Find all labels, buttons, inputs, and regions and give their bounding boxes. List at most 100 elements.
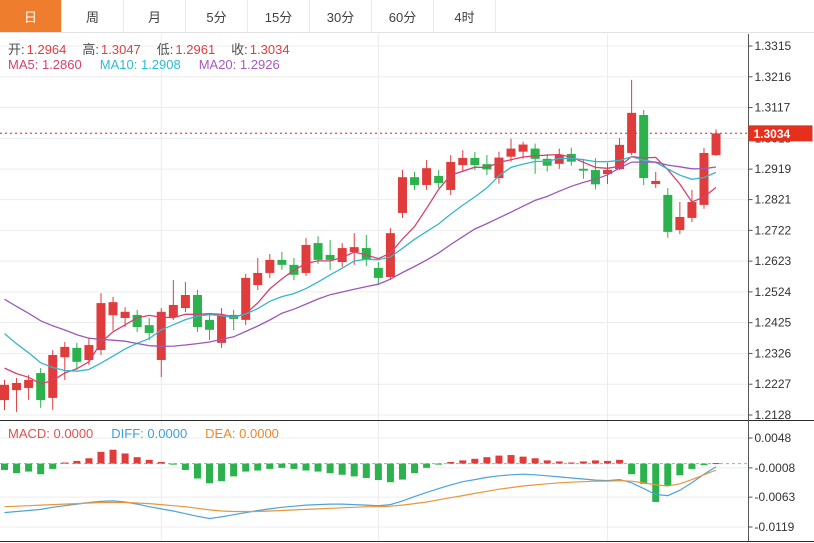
candle xyxy=(651,180,661,185)
candle xyxy=(168,304,178,318)
candle xyxy=(410,177,420,185)
price-badge: 1.3034 xyxy=(748,125,813,142)
svg-text:1.2821: 1.2821 xyxy=(755,193,792,207)
tab-month[interactable]: 月 xyxy=(124,0,186,32)
candle xyxy=(373,267,383,278)
low-value: 1.2961 xyxy=(175,42,216,57)
candle xyxy=(72,347,82,362)
tab-week[interactable]: 周 xyxy=(62,0,124,32)
ma5-line xyxy=(4,153,717,385)
candlestick-chart-canvas[interactable]: 1.33151.32161.31171.30181.29191.28211.27… xyxy=(0,0,814,543)
open-label: 开: xyxy=(8,42,25,57)
candle xyxy=(108,302,118,316)
candle xyxy=(24,379,34,388)
candle xyxy=(470,157,480,166)
svg-text:1.3216: 1.3216 xyxy=(755,70,792,84)
high-value: 1.3047 xyxy=(101,42,141,57)
candle xyxy=(458,157,468,166)
diff-line xyxy=(4,466,717,520)
ma10-label: MA10: xyxy=(99,57,138,72)
candle xyxy=(60,346,70,358)
svg-text:1.3315: 1.3315 xyxy=(755,39,792,53)
svg-text:1.3117: 1.3117 xyxy=(755,101,791,115)
candle xyxy=(422,168,432,185)
candle xyxy=(205,319,215,330)
tab-4hour[interactable]: 4时 xyxy=(434,0,496,32)
close-label: 收: xyxy=(231,42,248,57)
ma5-value: 1.2860 xyxy=(41,57,82,72)
ma20-label: MA20: xyxy=(198,57,237,72)
candle xyxy=(36,373,46,401)
candle xyxy=(277,259,287,265)
price-axis: 1.33151.32161.31171.30181.29191.28211.27… xyxy=(748,34,796,541)
candle xyxy=(627,112,637,153)
macd-value: 0.0000 xyxy=(53,426,94,441)
candle xyxy=(313,243,323,260)
candle xyxy=(12,382,22,391)
low-label: 低: xyxy=(156,42,174,57)
candle xyxy=(615,144,625,170)
svg-text:1.2227: 1.2227 xyxy=(755,377,792,391)
timeframe-tabbar: 日 周 月 5分 15分 30分 60分 4时 xyxy=(0,0,814,33)
candle xyxy=(506,148,516,157)
svg-text:1.2128: 1.2128 xyxy=(755,408,792,422)
candle xyxy=(192,295,202,328)
candle xyxy=(48,355,58,398)
svg-text:-0.0008: -0.0008 xyxy=(755,461,796,475)
candle xyxy=(675,216,685,231)
open-value: 1.2964 xyxy=(26,42,67,57)
grid-lines xyxy=(0,34,748,541)
ohlc-legend: 开: 1.2964 高: 1.3047 低: 1.2961 收: 1.3034 xyxy=(8,39,306,58)
ma-legend: MA5: 1.2860 MA10: 1.2908 MA20: 1.2926 xyxy=(8,57,298,72)
svg-text:1.2623: 1.2623 xyxy=(755,254,792,268)
ma10-value: 1.2908 xyxy=(140,57,181,72)
dea-label: DEA: xyxy=(205,426,236,441)
svg-text:1.2425: 1.2425 xyxy=(755,316,792,330)
diff-label: DIFF: xyxy=(111,426,144,441)
svg-text:-0.0063: -0.0063 xyxy=(755,490,796,504)
candle xyxy=(325,254,335,260)
tab-30min[interactable]: 30分 xyxy=(310,0,372,32)
candle xyxy=(253,272,263,286)
candle xyxy=(144,325,154,333)
ma20-value: 1.2926 xyxy=(239,57,280,72)
candle xyxy=(711,133,721,156)
candle xyxy=(337,248,347,263)
candle xyxy=(663,194,673,232)
candle xyxy=(180,295,190,309)
candle xyxy=(578,168,588,171)
tab-day[interactable]: 日 xyxy=(0,0,62,32)
candle xyxy=(434,175,444,184)
macd-legend: MACD: 0.0000 DIFF: 0.0000 DEA: 0.0000 xyxy=(8,426,297,441)
candle xyxy=(397,177,407,213)
svg-text:1.3034: 1.3034 xyxy=(754,127,791,141)
candle xyxy=(265,259,275,273)
tab-5min[interactable]: 5分 xyxy=(186,0,248,32)
svg-text:-0.0119: -0.0119 xyxy=(755,520,795,534)
macd-label: MACD: xyxy=(8,426,50,441)
candles xyxy=(0,79,721,412)
candle xyxy=(542,158,552,166)
svg-text:1.2919: 1.2919 xyxy=(755,162,792,176)
svg-text:1.2524: 1.2524 xyxy=(755,285,792,299)
diff-value: 0.0000 xyxy=(147,426,188,441)
candle xyxy=(687,202,697,218)
svg-text:1.2326: 1.2326 xyxy=(755,346,792,360)
candle xyxy=(156,311,166,360)
tab-15min[interactable]: 15分 xyxy=(248,0,310,32)
ma10-line xyxy=(4,156,717,372)
candle xyxy=(639,115,649,179)
svg-text:0.0048: 0.0048 xyxy=(755,431,792,445)
ma5-label: MA5: xyxy=(8,57,39,72)
tab-60min[interactable]: 60分 xyxy=(372,0,434,32)
candle xyxy=(301,244,311,273)
candle xyxy=(0,384,9,401)
macd-histogram xyxy=(1,449,720,502)
candle xyxy=(518,144,528,152)
high-label: 高: xyxy=(82,42,100,57)
dea-value: 0.0000 xyxy=(239,426,279,441)
candle xyxy=(120,311,130,319)
candle xyxy=(590,170,600,185)
svg-text:1.2722: 1.2722 xyxy=(755,223,792,237)
kline-chart-window: 日 周 月 5分 15分 30分 60分 4时 开: 1.2964 高: 1.304… xyxy=(0,0,814,543)
